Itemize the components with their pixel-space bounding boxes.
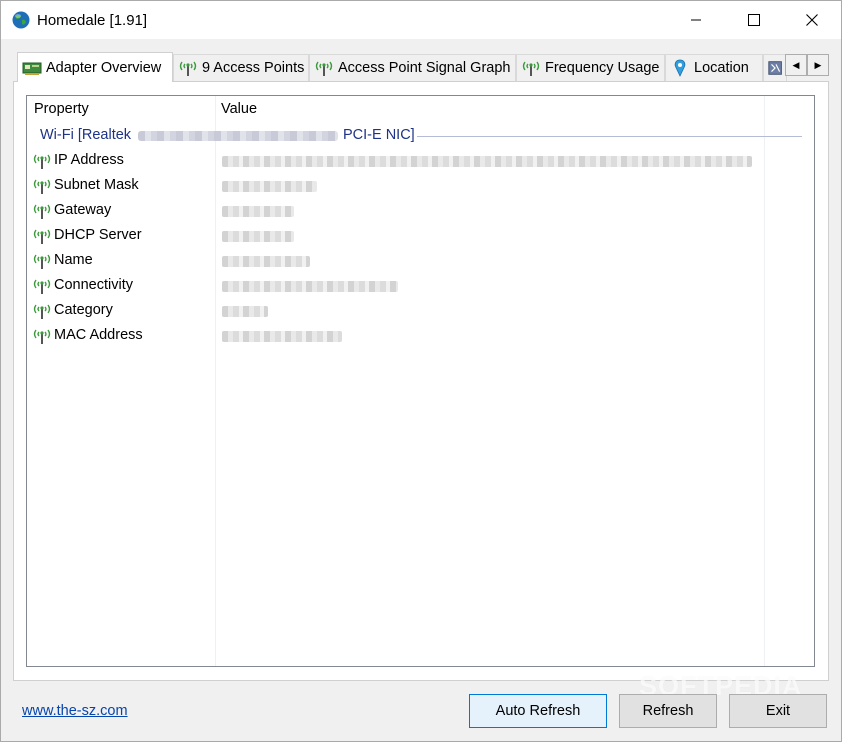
property-list[interactable]: Property Value Wi-Fi [Realtek PCI-E NIC]… [26, 95, 815, 667]
adapter-group-header[interactable]: Wi-Fi [Realtek PCI-E NIC] [27, 126, 814, 146]
maximize-button[interactable] [725, 1, 783, 39]
close-button[interactable] [783, 1, 841, 39]
tab-label: Location [694, 60, 749, 76]
redacted-value [222, 256, 310, 267]
title-bar[interactable]: Homedale [1.91] [1, 1, 841, 39]
list-row-gateway[interactable]: Gateway [27, 199, 814, 224]
close-icon [806, 14, 818, 26]
group-label-prefix: Wi-Fi [Realtek [40, 127, 132, 143]
minimize-icon [691, 19, 701, 21]
list-row-name[interactable]: Name [27, 249, 814, 274]
tab-frequency-usage[interactable]: Frequency Usage [516, 54, 665, 81]
exit-button[interactable]: Exit [729, 694, 827, 728]
property-name: Category [54, 302, 113, 318]
refresh-button[interactable]: Refresh [619, 694, 717, 728]
list-row-subnet-mask[interactable]: Subnet Mask [27, 174, 814, 199]
redacted-value [222, 281, 398, 292]
adapter-overview-panel: Property Value Wi-Fi [Realtek PCI-E NIC]… [13, 81, 829, 681]
column-header-property[interactable]: Property [34, 101, 89, 117]
tab-strip: Adapter Overview 9 Access Points Access … [13, 52, 829, 82]
redacted-adapter-name [138, 131, 338, 141]
list-row-connectivity[interactable]: Connectivity [27, 274, 814, 299]
redacted-value [222, 306, 268, 317]
tab-label: 9 Access Points [202, 60, 305, 76]
arrow-left-icon: ◀ [792, 59, 800, 70]
list-row-mac-address[interactable]: MAC Address [27, 324, 814, 349]
globe-icon [12, 11, 30, 29]
tab-adapter-overview[interactable]: Adapter Overview [17, 52, 173, 82]
maximize-icon [748, 14, 760, 26]
tab-more[interactable] [763, 54, 787, 81]
tab-label: Adapter Overview [46, 59, 162, 76]
tab-scroll-right-button[interactable]: ▶ [807, 54, 829, 76]
auto-refresh-button[interactable]: Auto Refresh [469, 694, 607, 728]
list-row-ip-address[interactable]: IP Address [27, 149, 814, 174]
property-name: DHCP Server [54, 227, 142, 243]
group-label-suffix: PCI-E NIC] [343, 127, 415, 143]
map-pin-icon [674, 59, 686, 77]
property-name: Gateway [54, 202, 112, 218]
tab-access-points[interactable]: 9 Access Points [173, 54, 309, 81]
property-name: IP Address [54, 152, 124, 168]
antenna-icon [33, 179, 51, 194]
list-row-category[interactable]: Category [27, 299, 814, 324]
tab-scroll-left-button[interactable]: ◀ [785, 54, 807, 76]
antenna-icon [315, 61, 333, 76]
tab-location[interactable]: Location [665, 54, 763, 81]
antenna-icon [33, 154, 51, 169]
redacted-value [222, 206, 294, 217]
arrow-right-icon: ▶ [814, 59, 822, 70]
antenna-icon [33, 329, 51, 344]
antenna-icon [522, 61, 540, 76]
property-name: Name [54, 252, 93, 268]
app-window: Homedale [1.91] Adapter Overview 9 Acces… [0, 0, 842, 742]
tab-label: Access Point Signal Graph [338, 60, 511, 76]
property-name: Subnet Mask [54, 177, 139, 193]
tab-label: Frequency Usage [545, 60, 660, 76]
antenna-icon [33, 229, 51, 244]
redacted-value [222, 181, 317, 192]
redacted-value [222, 156, 752, 167]
antenna-icon [33, 279, 51, 294]
antenna-icon [33, 304, 51, 319]
window-title: Homedale [1.91] [37, 11, 148, 29]
group-divider [417, 136, 802, 137]
property-name: MAC Address [54, 327, 143, 343]
antenna-icon [33, 204, 51, 219]
redacted-value [222, 331, 342, 342]
tab-signal-graph[interactable]: Access Point Signal Graph [309, 54, 516, 81]
list-header: Property Value [27, 96, 814, 122]
antenna-icon [33, 254, 51, 269]
redacted-value [222, 231, 294, 242]
minimize-button[interactable] [667, 1, 725, 39]
column-header-value[interactable]: Value [221, 101, 257, 117]
misc-tab-icon [768, 61, 782, 75]
list-row-dhcp-server[interactable]: DHCP Server [27, 224, 814, 249]
network-card-icon [22, 62, 42, 75]
website-link[interactable]: www.the-sz.com [22, 703, 128, 719]
property-name: Connectivity [54, 277, 133, 293]
antenna-icon [179, 61, 197, 76]
